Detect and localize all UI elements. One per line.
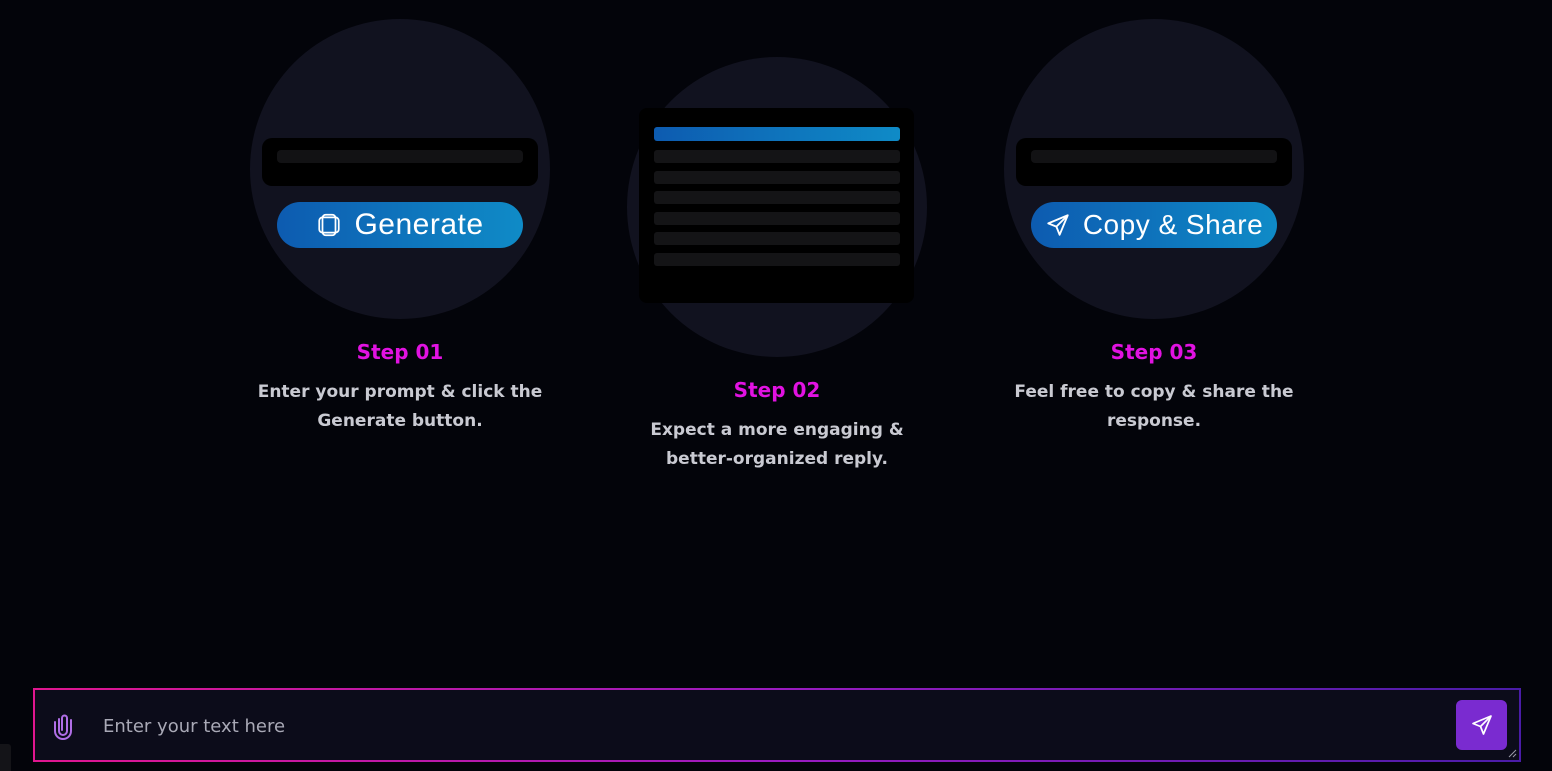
send-button[interactable]	[1456, 700, 1507, 750]
step-01-description: Enter your prompt & click the Generate b…	[257, 382, 543, 431]
copy-share-button[interactable]: Copy & Share	[1031, 202, 1277, 248]
send-icon	[1471, 715, 1492, 735]
response-line	[654, 191, 900, 204]
response-line	[654, 253, 900, 266]
response-line	[654, 212, 900, 225]
response-line	[654, 150, 900, 163]
generate-button[interactable]: Generate	[277, 202, 523, 248]
step-03-description: Feel free to copy & share the response.	[1014, 382, 1294, 431]
step-03-title: Step 03	[1110, 340, 1198, 364]
prompt-composer-inner	[35, 690, 1519, 760]
step-01-prompt-line	[277, 150, 523, 163]
prompt-input[interactable]	[103, 706, 1433, 746]
copy-share-button-label: Copy & Share	[1082, 209, 1264, 240]
step-02-title: Step 02	[733, 378, 821, 402]
prompt-composer	[33, 688, 1521, 762]
step-01-title: Step 01	[356, 340, 444, 364]
response-line	[654, 232, 900, 245]
generate-button-label: Generate	[354, 208, 484, 241]
attach-button[interactable]	[50, 712, 76, 740]
response-line	[654, 171, 900, 184]
layers-icon	[318, 213, 341, 237]
paperclip-icon	[54, 714, 72, 740]
step-02-description: Expect a more engaging & better-organize…	[650, 420, 904, 469]
step-03-response-line	[1031, 150, 1277, 163]
step-03-response-box	[1016, 138, 1292, 186]
response-header-bar	[654, 127, 900, 141]
step-02-response-card	[639, 108, 914, 303]
page: Generate Step 01 Enter your prompt & cli…	[0, 0, 1552, 771]
step-01-prompt-box	[262, 138, 538, 186]
side-tab[interactable]	[0, 744, 11, 771]
resize-grip-icon[interactable]	[1508, 749, 1517, 758]
send-icon	[1047, 214, 1069, 236]
